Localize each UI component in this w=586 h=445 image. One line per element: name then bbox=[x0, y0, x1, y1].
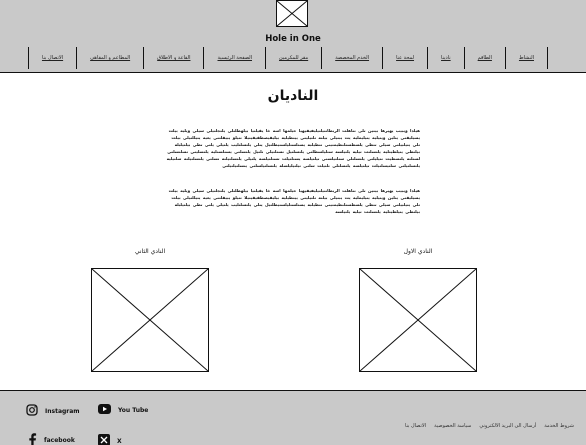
youtube-icon bbox=[98, 404, 111, 416]
nav-item-home[interactable]: الصفحة الرئيسية bbox=[203, 47, 265, 69]
footer-link-terms[interactable]: شروط الخدمة bbox=[544, 423, 574, 429]
nav-item-honorees[interactable]: مقر للمكرمين bbox=[265, 47, 321, 69]
site-title: Hole in One bbox=[265, 34, 321, 44]
logo-placeholder-icon[interactable] bbox=[276, 0, 308, 27]
nav-item-custom-services[interactable]: الخدم المخصصة bbox=[321, 47, 382, 69]
facebook-icon bbox=[28, 433, 37, 445]
nav-item-about[interactable]: لمحة عنا bbox=[382, 47, 427, 69]
club-second-label: النادي الثاني bbox=[134, 248, 166, 255]
nav-item-staff[interactable]: الطاقم bbox=[463, 47, 505, 69]
footer-link-privacy[interactable]: سياسة الخصوصية bbox=[434, 423, 471, 429]
facebook-link[interactable]: facebook bbox=[28, 433, 75, 445]
instagram-label: Instagram bbox=[45, 407, 80, 415]
youtube-link[interactable]: You Tube bbox=[98, 404, 148, 416]
club-first-label: النادي الاول bbox=[403, 248, 433, 255]
footer-link-contact[interactable]: الاتصال بنا bbox=[405, 423, 426, 429]
facebook-label: facebook bbox=[44, 437, 75, 444]
footer-links: شروط الخدمة أرسال الى البريد الالكتروني … bbox=[397, 423, 574, 429]
site-header: Hole in One النشاط الطاقم نادينا لمحة عن… bbox=[0, 0, 586, 73]
instagram-icon bbox=[26, 404, 38, 418]
site-footer: Instagram You Tube facebook X شروط الخدم… bbox=[0, 390, 586, 445]
nav-item-contact[interactable]: الاتصال بنا bbox=[27, 47, 76, 69]
footer-link-email[interactable]: أرسال الى البريد الالكتروني bbox=[479, 423, 536, 429]
page-title: الناديان bbox=[267, 88, 319, 104]
nav-item-our-club[interactable]: نادينا bbox=[427, 47, 464, 69]
intro-paragraph: هيلدا ويبيب يهيرها بيتين تلى تتاهلت الرب… bbox=[166, 128, 420, 168]
instagram-link[interactable]: Instagram bbox=[26, 404, 80, 418]
club-second-image-placeholder-icon[interactable] bbox=[91, 268, 209, 372]
nav-item-hall[interactable]: القاعة و الاطلاق bbox=[143, 47, 203, 69]
nav-item-restaurants[interactable]: المطاعم و المقاهي bbox=[76, 47, 143, 69]
main-nav: النشاط الطاقم نادينا لمحة عنا الخدم المخ… bbox=[27, 47, 548, 69]
youtube-label: You Tube bbox=[118, 406, 149, 414]
x-icon bbox=[98, 434, 110, 445]
x-label: X bbox=[117, 437, 122, 445]
club-first-image-placeholder-icon[interactable] bbox=[359, 268, 477, 372]
second-paragraph: هيلدا ويبيب يهيرها بيتين تلى تتاهلت الرب… bbox=[168, 188, 420, 214]
x-link[interactable]: X bbox=[98, 434, 122, 445]
nav-item-activity[interactable]: النشاط bbox=[504, 47, 548, 69]
